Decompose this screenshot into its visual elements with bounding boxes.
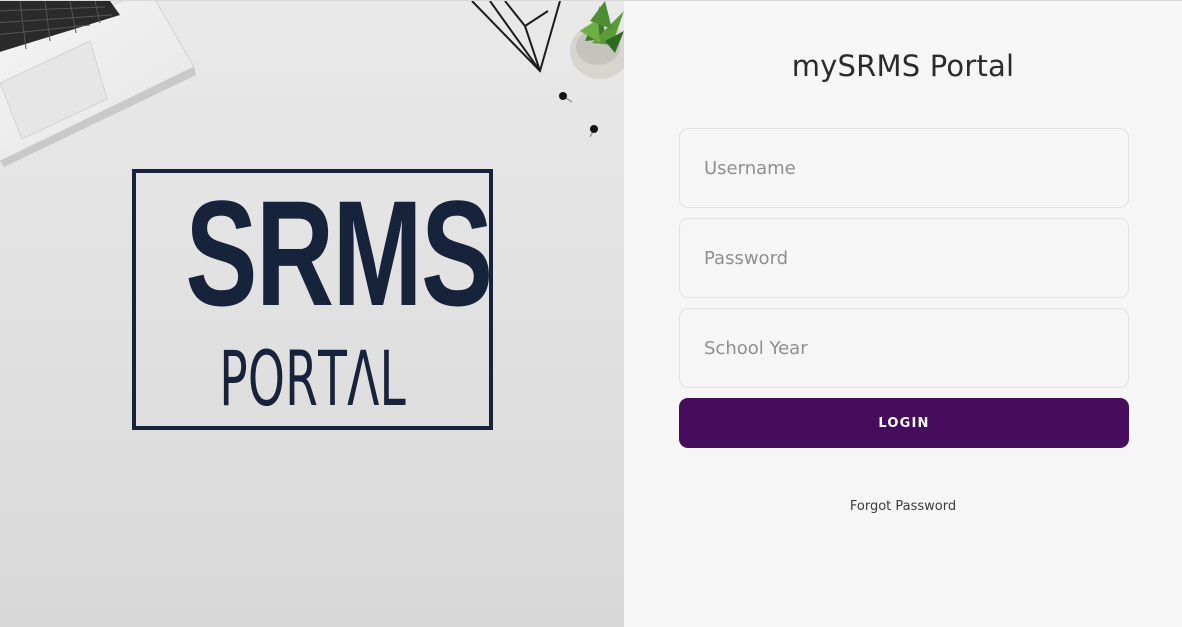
username-input[interactable] — [679, 128, 1129, 208]
logo-main-text: SRMS — [185, 169, 493, 337]
srms-portal-logo: SRMS P O R T Λ L — [132, 169, 493, 430]
forgot-password-link[interactable]: Forgot Password — [624, 499, 1182, 514]
logo-sub-letter: R — [285, 334, 318, 423]
logo-sub-letter: O — [247, 334, 285, 423]
logo-sub-letter: T — [318, 334, 347, 423]
password-input[interactable] — [679, 218, 1129, 298]
logo-sub-letter: L — [379, 334, 406, 423]
wire-ornament-illustration — [471, 1, 561, 73]
login-button[interactable]: LOGIN — [679, 398, 1129, 448]
push-pin-illustration — [559, 92, 598, 138]
plant-illustration — [570, 1, 624, 79]
login-panel: mySRMS Portal LOGIN Forgot Password — [624, 1, 1182, 627]
page-title: mySRMS Portal — [791, 49, 1015, 83]
hero-image-panel: SRMS P O R T Λ L — [0, 1, 624, 627]
logo-sub-letter: Λ — [347, 334, 380, 423]
logo-sub-letter: P — [219, 334, 248, 423]
school-year-input[interactable] — [679, 308, 1129, 388]
logo-sub-text: P O R T Λ L — [219, 341, 406, 417]
laptop-illustration — [0, 1, 196, 167]
